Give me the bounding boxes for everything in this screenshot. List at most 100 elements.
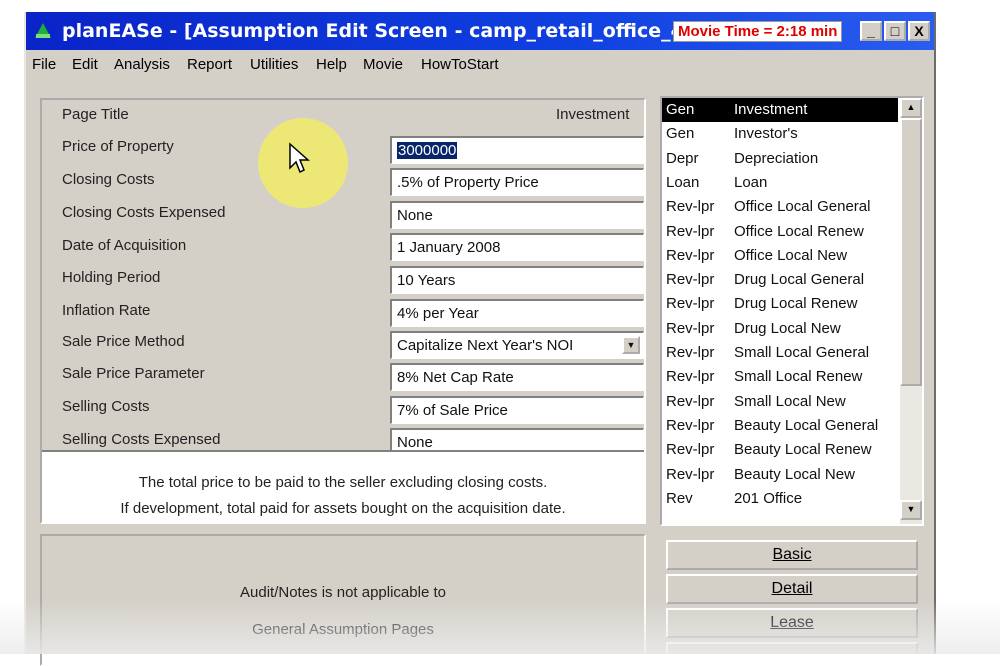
field-label-closing-costs-expensed: Closing Costs Expensed — [62, 204, 226, 221]
page-list-item[interactable]: Rev-lpr Small Local Renew — [662, 365, 898, 389]
menu-analysis[interactable]: Analysis — [114, 56, 170, 73]
page-name: Office Local New — [734, 246, 848, 264]
field-label-selling-costs: Selling Costs — [62, 398, 150, 415]
page-list-item[interactable]: Rev-lpr Small Local New — [662, 390, 898, 414]
holding-period-input[interactable]: 10 Years — [390, 266, 644, 294]
page-name: Beauty Local New — [734, 465, 855, 483]
page-code: Gen — [666, 125, 695, 143]
page-code: Rev-lpr — [666, 271, 715, 289]
page-list-item[interactable]: Rev-lpr Beauty Local Renew — [662, 438, 898, 462]
scroll-thumb[interactable] — [900, 118, 922, 386]
page-name: Beauty Local Renew — [734, 441, 872, 459]
title-bar[interactable]: planEASe - [Assumption Edit Screen - cam… — [26, 12, 934, 50]
sale-price-method-value: Capitalize Next Year's NOI — [397, 337, 574, 354]
page-list-item[interactable]: Rev-lpr Beauty Local New — [662, 463, 898, 487]
field-label-holding-period: Holding Period — [62, 269, 161, 286]
scroll-up-icon[interactable]: ▲ — [900, 98, 922, 118]
page-code: Rev-lpr — [666, 198, 715, 216]
mouse-cursor-icon — [289, 142, 310, 174]
menu-report[interactable]: Report — [187, 56, 232, 73]
page-list-item[interactable]: Gen Investment — [662, 98, 898, 122]
field-label-inflation-rate: Inflation Rate — [62, 302, 151, 319]
page-code: Rev-lpr — [666, 222, 715, 240]
list-scrollbar[interactable]: ▲ ▼ — [900, 98, 922, 524]
page-code: Loan — [666, 173, 700, 191]
page-name: Office Local General — [734, 198, 871, 216]
page-code: Rev-lpr — [666, 295, 715, 313]
page-name: Investor's — [734, 125, 798, 143]
page-name: 201 Office — [734, 489, 803, 507]
page-code: Depr — [666, 149, 699, 167]
page-list-item[interactable]: Rev 201 Office — [662, 487, 898, 511]
page-list-item[interactable]: Rev-lpr Office Local Renew — [662, 220, 898, 244]
date-of-acquisition-input[interactable]: 1 January 2008 — [390, 233, 644, 261]
notes-line-1: Audit/Notes is not applicable to — [240, 584, 446, 601]
field-label-selling-costs-expensed: Selling Costs Expensed — [62, 431, 221, 448]
page-title-label: Page Title — [62, 106, 129, 123]
more-button-partial[interactable] — [666, 642, 918, 654]
page-list-item[interactable]: Rev-lpr Drug Local New — [662, 317, 898, 341]
basic-button[interactable]: Basic — [666, 540, 918, 570]
maximize-button[interactable]: □ — [884, 21, 906, 41]
dropdown-arrow-icon[interactable]: ▼ — [622, 336, 640, 354]
selling-costs-input[interactable]: 7% of Sale Price — [390, 396, 644, 424]
menu-utilities[interactable]: Utilities — [250, 56, 298, 73]
menu-howtostart[interactable]: HowToStart — [421, 56, 499, 73]
page-code: Rev-lpr — [666, 392, 715, 410]
field-label-closing-costs: Closing Costs — [62, 171, 155, 188]
app-window: planEASe - [Assumption Edit Screen - cam… — [24, 12, 936, 666]
menu-movie[interactable]: Movie — [363, 56, 403, 73]
window-title: planEASe - [Assumption Edit Screen - cam… — [62, 20, 693, 42]
page-list-item[interactable]: Depr Depreciation — [662, 147, 898, 171]
menu-edit[interactable]: Edit — [72, 56, 98, 73]
menu-help[interactable]: Help — [316, 56, 347, 73]
sale-price-method-select[interactable]: Capitalize Next Year's NOI ▼ — [390, 331, 644, 359]
field-help-text: The total price to be paid to the seller… — [42, 450, 644, 524]
page-list-item[interactable]: Gen Investor's — [662, 122, 898, 146]
page-name: Small Local Renew — [734, 368, 863, 386]
page-code: Rev-lpr — [666, 344, 715, 361]
page-code: Rev-lpr — [666, 368, 715, 386]
page-list-item[interactable]: Rev-lpr Office Local General — [662, 195, 898, 219]
detail-button[interactable]: Detail — [666, 574, 918, 604]
close-button[interactable]: X — [908, 21, 930, 41]
page-name: Office Local Renew — [734, 222, 864, 240]
page-name: Drug Local Renew — [734, 295, 858, 313]
page-name: Depreciation — [734, 149, 819, 167]
page-code: Rev-lpr — [666, 465, 715, 483]
help-line-2: If development, total paid for assets bo… — [120, 500, 566, 517]
page-title-value: Investment — [556, 106, 630, 123]
page-list-item[interactable]: Rev-lpr Beauty Local General — [662, 414, 898, 438]
audit-notes-panel: Audit/Notes is not applicable to General… — [40, 534, 646, 666]
page-name: Investment — [734, 101, 808, 118]
page-code: Gen — [666, 101, 695, 118]
sale-price-parameter-input[interactable]: 8% Net Cap Rate — [390, 363, 644, 391]
closing-costs-expensed-input[interactable]: None — [390, 201, 644, 229]
field-label-sale-price-parameter: Sale Price Parameter — [62, 365, 205, 382]
page-list-item[interactable]: Rev-lpr Drug Local Renew — [662, 292, 898, 316]
field-label-sale-price-method: Sale Price Method — [62, 333, 185, 350]
closing-costs-input[interactable]: .5% of Property Price — [390, 168, 644, 196]
app-logo-icon — [32, 20, 54, 42]
price-of-property-value: 3000000 — [397, 142, 458, 159]
page-code: Rev-lpr — [666, 246, 715, 264]
scroll-down-icon[interactable]: ▼ — [900, 500, 922, 520]
minimize-button[interactable]: _ — [860, 21, 882, 41]
assumption-page-list[interactable]: Gen Investment Gen Investor's Depr Depreciati… — [660, 96, 924, 526]
menu-file[interactable]: File — [32, 56, 56, 73]
page-code: Rev-lpr — [666, 441, 715, 459]
page-name: Loan — [734, 173, 768, 191]
page-list-item[interactable]: Rev-lpr Office Local New — [662, 244, 898, 268]
page-list-item[interactable]: Loan Loan — [662, 171, 898, 195]
movie-time-badge: Movie Time = 2:18 min — [673, 21, 843, 42]
price-of-property-input[interactable]: 3000000 — [390, 136, 644, 164]
help-line-1: The total price to be paid to the seller… — [138, 474, 548, 491]
lease-button[interactable]: Lease — [666, 608, 918, 638]
page-name: Small Local General — [734, 344, 870, 361]
inflation-rate-input[interactable]: 4% per Year — [390, 299, 644, 327]
menu-bar: File Edit Analysis Report Utilities Help… — [26, 52, 934, 76]
notes-line-2: General Assumption Pages — [252, 621, 434, 638]
page-list-item[interactable]: Rev-lpr Drug Local General — [662, 268, 898, 292]
page-list-item[interactable]: Rev-lpr Small Local General — [662, 341, 898, 365]
page-name: Small Local New — [734, 392, 846, 410]
